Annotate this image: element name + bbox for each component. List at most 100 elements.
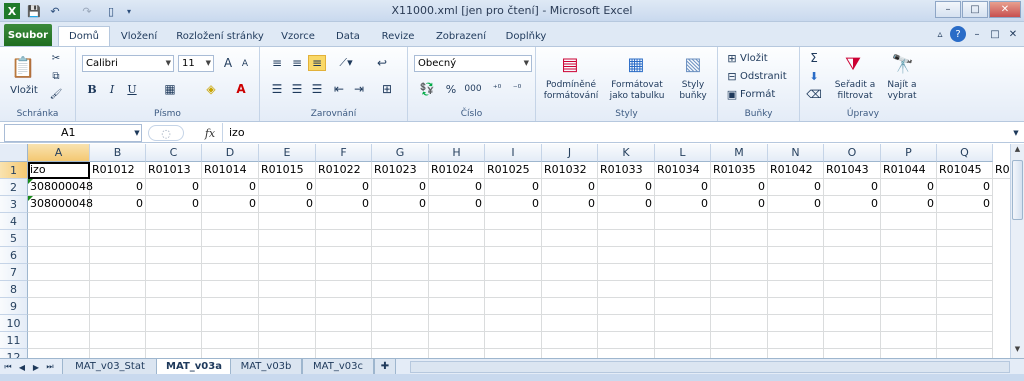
cell[interactable] <box>429 230 485 247</box>
cell[interactable] <box>485 315 542 332</box>
cell[interactable]: R01033 <box>598 162 655 179</box>
expand-formula-bar-icon[interactable]: ▼ <box>1010 125 1022 141</box>
cell[interactable] <box>598 349 655 358</box>
cell[interactable] <box>259 349 316 358</box>
cell[interactable] <box>655 332 711 349</box>
insert-sheet-icon[interactable]: ✚ <box>374 359 396 375</box>
cell[interactable] <box>655 298 711 315</box>
cell[interactable] <box>146 349 202 358</box>
column-header-d[interactable]: D <box>202 144 259 162</box>
column-header-g[interactable]: G <box>372 144 429 162</box>
cell[interactable] <box>429 264 485 281</box>
font-size-select[interactable]: 11 ▼ <box>178 55 214 72</box>
cell[interactable] <box>90 281 146 298</box>
cell[interactable] <box>824 315 881 332</box>
cell[interactable] <box>881 349 937 358</box>
cell[interactable] <box>429 315 485 332</box>
cell[interactable]: 0 <box>429 179 485 196</box>
cell[interactable] <box>542 281 598 298</box>
cell[interactable]: 308000048 <box>28 196 93 213</box>
delete-cells-icon[interactable]: ⊟ <box>724 69 740 83</box>
cell[interactable]: 0 <box>485 179 542 196</box>
cell[interactable] <box>542 315 598 332</box>
scroll-thumb[interactable] <box>1012 160 1023 220</box>
cell[interactable] <box>316 213 372 230</box>
column-header-f[interactable]: F <box>316 144 372 162</box>
cell[interactable] <box>824 349 881 358</box>
cell[interactable] <box>768 349 824 358</box>
cell[interactable]: R01025 <box>485 162 542 179</box>
font-name-select[interactable]: Calibri ▼ <box>82 55 174 72</box>
sort-filter-icon[interactable]: ⧩ <box>840 51 866 77</box>
cell[interactable] <box>937 230 993 247</box>
cell[interactable] <box>146 247 202 264</box>
cell[interactable]: 0 <box>259 196 316 213</box>
cell[interactable] <box>316 264 372 281</box>
cell[interactable]: R01034 <box>655 162 711 179</box>
cell[interactable] <box>28 264 90 281</box>
find-select-button[interactable]: Najít a vybrat <box>880 79 924 103</box>
autosum-button[interactable]: Σ <box>806 51 822 65</box>
cell[interactable]: R01 <box>993 162 1010 179</box>
cell[interactable] <box>146 315 202 332</box>
error-indicator-icon[interactable] <box>28 196 33 201</box>
cell[interactable] <box>542 213 598 230</box>
tab-data[interactable]: Data <box>328 26 368 46</box>
cell[interactable] <box>146 230 202 247</box>
cell[interactable] <box>655 281 711 298</box>
cell[interactable] <box>655 230 711 247</box>
row-header-8[interactable]: 8 <box>0 281 28 298</box>
cell[interactable] <box>202 264 259 281</box>
column-header-q[interactable]: Q <box>937 144 993 162</box>
cell[interactable] <box>881 230 937 247</box>
cell[interactable] <box>90 315 146 332</box>
cell[interactable] <box>259 315 316 332</box>
cell[interactable] <box>655 264 711 281</box>
cell[interactable] <box>316 281 372 298</box>
cell[interactable] <box>655 315 711 332</box>
cell[interactable] <box>202 349 259 358</box>
cell-styles-icon[interactable]: ▧ <box>680 51 706 77</box>
cell[interactable] <box>90 298 146 315</box>
cell[interactable] <box>28 315 90 332</box>
number-format-select[interactable]: Obecný ▼ <box>414 55 532 72</box>
ribbon-minimize-button[interactable]: – <box>970 26 984 42</box>
cell[interactable] <box>598 315 655 332</box>
cell[interactable] <box>542 247 598 264</box>
format-as-table-button[interactable]: Formátovat jako tabulku <box>606 79 668 103</box>
row-header-10[interactable]: 10 <box>0 315 28 332</box>
align-bottom-icon[interactable]: ≡ <box>308 55 326 71</box>
cell[interactable] <box>768 281 824 298</box>
tab-view[interactable]: Zobrazení <box>430 26 492 46</box>
cell[interactable]: R01045 <box>937 162 993 179</box>
minimize-button[interactable]: – <box>935 1 961 18</box>
ribbon-collapse-icon[interactable]: ▵ <box>932 26 948 42</box>
cell[interactable]: 0 <box>316 179 372 196</box>
format-as-table-icon[interactable]: ▦ <box>622 51 650 77</box>
cell[interactable] <box>429 349 485 358</box>
thousands-button[interactable]: 000 <box>462 81 484 97</box>
underline-button[interactable]: U <box>124 81 140 97</box>
cell[interactable] <box>485 281 542 298</box>
cell[interactable] <box>316 315 372 332</box>
italic-button[interactable]: I <box>104 81 120 97</box>
cell[interactable] <box>90 264 146 281</box>
find-select-icon[interactable]: 🔭 <box>890 51 916 77</box>
cell[interactable] <box>90 247 146 264</box>
cell[interactable] <box>711 298 768 315</box>
column-header-n[interactable]: N <box>768 144 824 162</box>
cell[interactable]: 0 <box>372 196 429 213</box>
cell[interactable]: 0 <box>90 196 146 213</box>
cell[interactable] <box>146 332 202 349</box>
cell[interactable] <box>28 281 90 298</box>
cell[interactable] <box>768 247 824 264</box>
last-sheet-arrow-icon[interactable]: ⏭ <box>44 360 56 374</box>
tab-page-layout[interactable]: Rozložení stránky <box>172 26 268 46</box>
insert-cells-button[interactable]: Vložit <box>740 51 788 65</box>
cell[interactable] <box>711 247 768 264</box>
close-button[interactable]: ✕ <box>989 1 1021 18</box>
cell[interactable] <box>90 230 146 247</box>
cell[interactable]: 0 <box>711 179 768 196</box>
first-sheet-arrow-icon[interactable]: ⏮ <box>2 360 14 374</box>
decrease-decimal-icon[interactable]: ⁻⁰ <box>508 81 526 97</box>
